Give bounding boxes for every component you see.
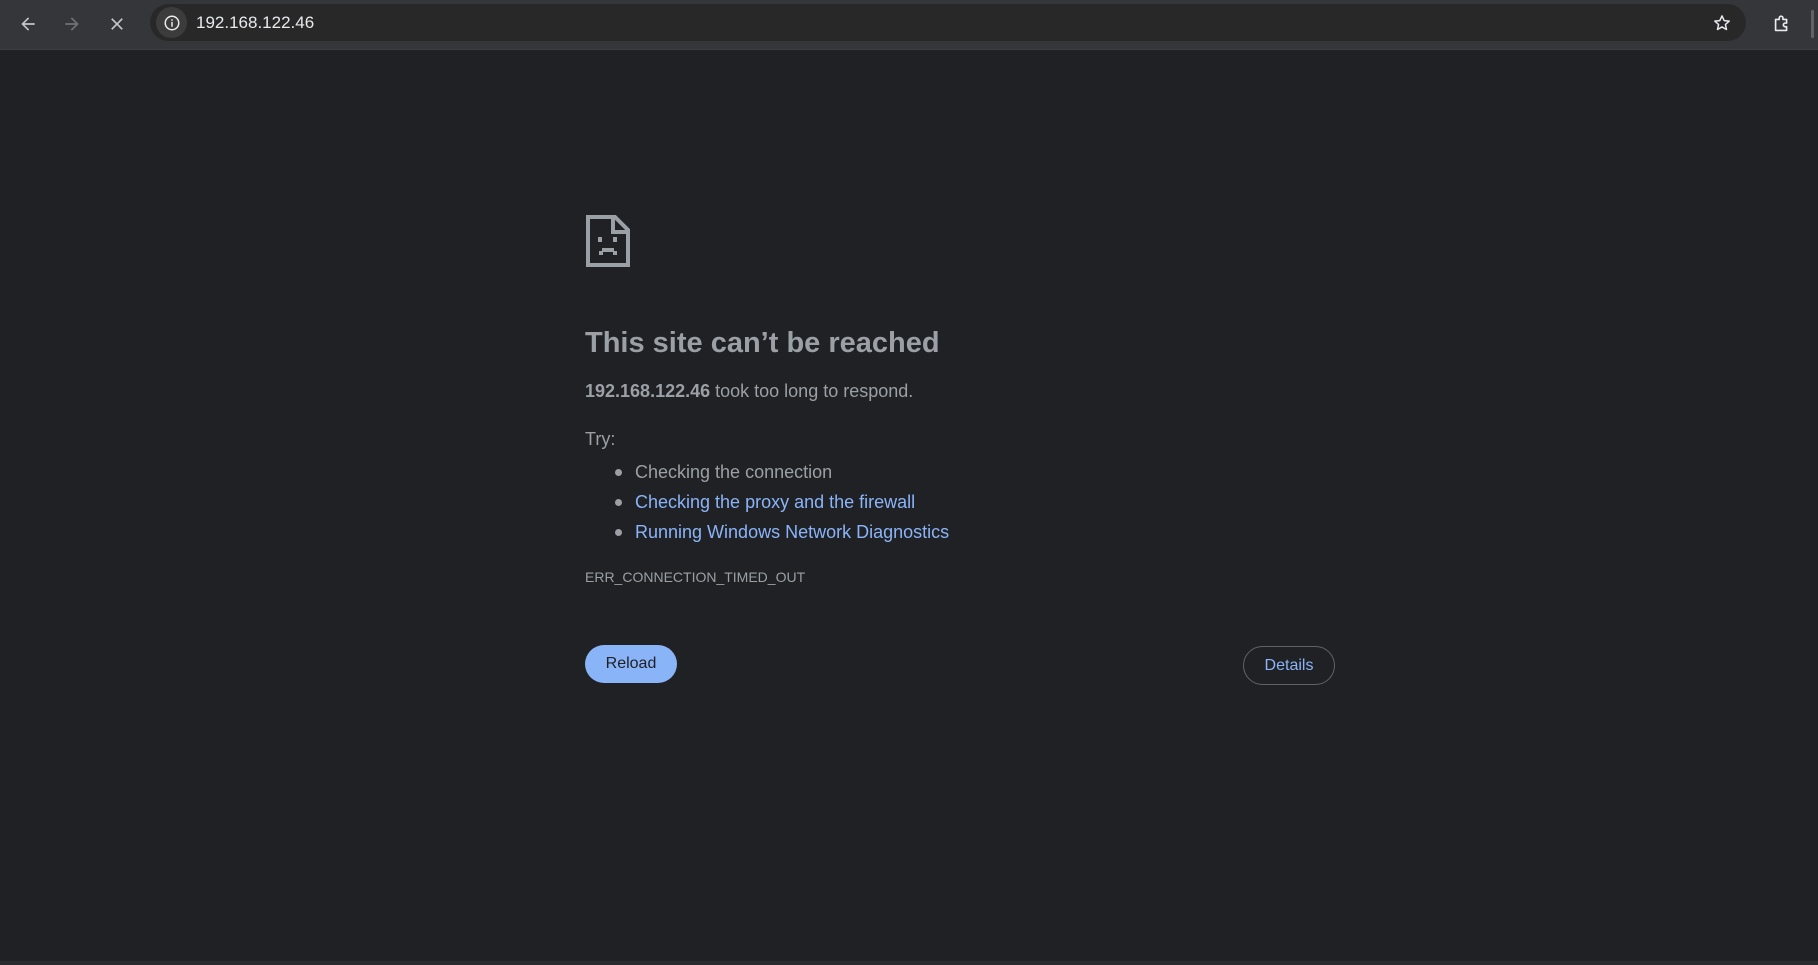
error-heading: This site can’t be reached bbox=[585, 327, 940, 359]
error-summary: 192.168.122.46 took too long to respond. bbox=[585, 379, 1335, 403]
bookmark-button[interactable] bbox=[1705, 6, 1738, 39]
forward-button[interactable] bbox=[54, 6, 90, 42]
suggestions-list: Checking the connection Checking the pro… bbox=[585, 457, 1335, 547]
error-summary-text: took too long to respond. bbox=[710, 381, 914, 401]
error-actions: Reload Details bbox=[585, 645, 1335, 685]
reload-button[interactable]: Reload bbox=[585, 645, 677, 683]
suggestion-check-proxy-link[interactable]: Checking the proxy and the firewall bbox=[615, 487, 1335, 517]
site-info-button[interactable] bbox=[156, 7, 187, 38]
info-icon bbox=[164, 15, 179, 30]
stop-loading-button[interactable] bbox=[99, 6, 135, 42]
arrow-right-icon bbox=[65, 17, 79, 31]
details-button[interactable]: Details bbox=[1243, 646, 1335, 685]
error-code: ERR_CONNECTION_TIMED_OUT bbox=[585, 569, 806, 585]
error-host: 192.168.122.46 bbox=[585, 381, 711, 401]
sad-document-icon bbox=[586, 215, 630, 267]
url-text[interactable]: 192.168.122.46 bbox=[196, 4, 314, 41]
toolbar-edge bbox=[1811, 10, 1814, 38]
try-label: Try: bbox=[585, 429, 616, 449]
puzzle-icon bbox=[1774, 15, 1788, 32]
suggestion-check-connection: Checking the connection bbox=[615, 457, 1335, 487]
back-button[interactable] bbox=[10, 6, 46, 42]
browser-toolbar: 192.168.122.46 bbox=[0, 0, 1818, 50]
star-icon bbox=[1713, 14, 1730, 30]
extensions-button[interactable] bbox=[1764, 6, 1800, 42]
suggestion-network-diagnostics-link[interactable]: Running Windows Network Diagnostics bbox=[615, 517, 1335, 547]
address-bar[interactable]: 192.168.122.46 bbox=[150, 4, 1746, 41]
error-content: This site can’t be reached 192.168.122.4… bbox=[585, 214, 1335, 685]
close-icon bbox=[111, 18, 123, 30]
arrow-left-icon bbox=[21, 17, 35, 31]
window-bottom-edge bbox=[0, 961, 1818, 965]
